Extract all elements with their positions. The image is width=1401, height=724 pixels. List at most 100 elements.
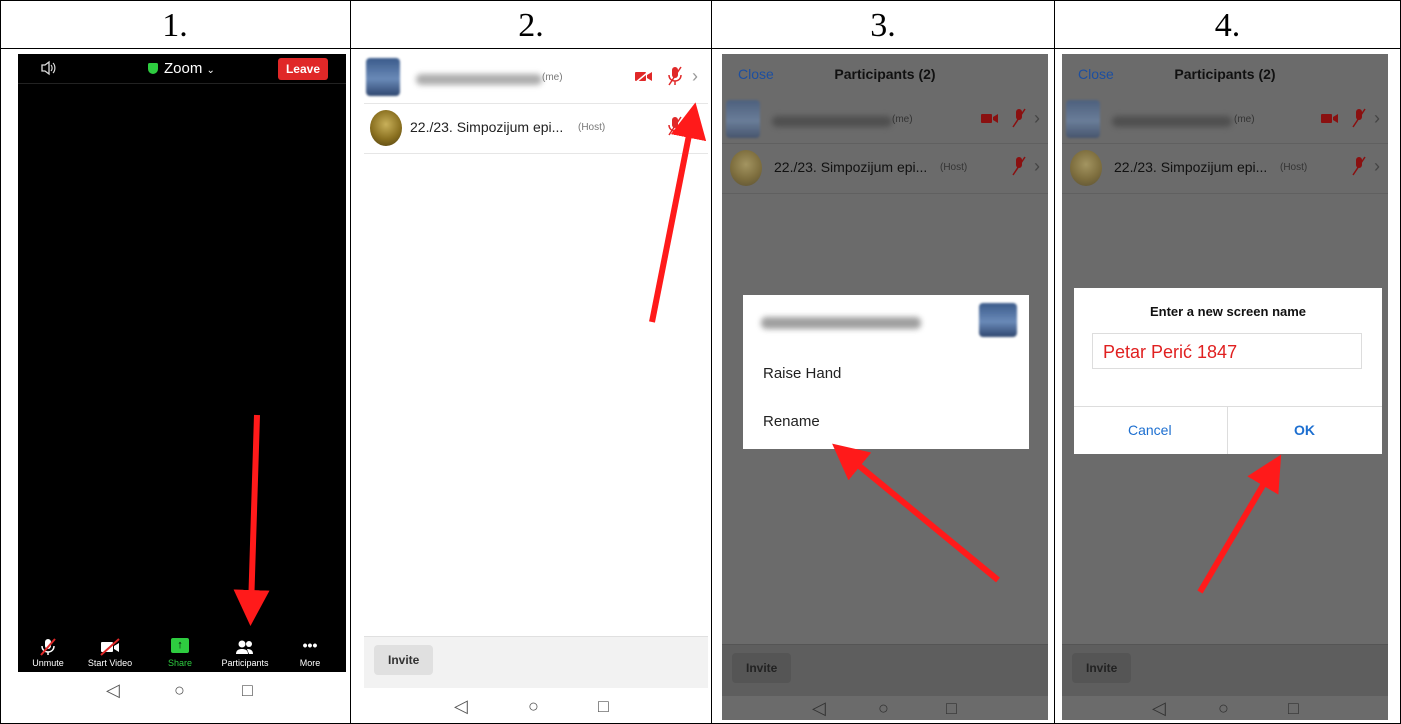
divider (1227, 406, 1228, 454)
me-tag: (me) (892, 114, 913, 125)
step-label-4: 4. (1214, 7, 1241, 44)
meeting-topbar: Zoom ⌄ Leave (18, 54, 346, 84)
share-button[interactable]: ↑ Share (160, 638, 200, 668)
host-avatar (1070, 150, 1102, 186)
participants-icon (214, 638, 276, 656)
chevron-down-icon: ⌄ (206, 65, 215, 76)
muted-mic-icon (668, 116, 682, 141)
participant-row-host[interactable]: 22./23. Simpozijum epi... (Host) › (1062, 144, 1388, 194)
home-icon[interactable]: ○ (878, 698, 889, 719)
chevron-right-icon[interactable]: › (1374, 108, 1380, 129)
participant-row-host[interactable]: 22./23. Simpozijum epi... (Host) (364, 104, 708, 154)
chevron-right-icon[interactable]: › (1374, 156, 1380, 177)
shield-icon (148, 63, 158, 74)
blurred-name (1112, 116, 1232, 127)
rename-dialog-screen: Close Participants (2) (me) › 22./23. Si… (1062, 54, 1388, 720)
host-name: 22./23. Simpozijum epi... (774, 159, 928, 175)
avatar (726, 100, 760, 138)
home-icon[interactable]: ○ (528, 696, 539, 717)
participants-header: Close Participants (2) (1062, 54, 1388, 94)
invite-button[interactable]: Invite (374, 645, 434, 675)
screen-name-input[interactable]: Petar Perić 1847 (1092, 333, 1362, 369)
meeting-screen: Zoom ⌄ Leave Unmute Start Video ↑ Share … (18, 54, 346, 672)
home-icon[interactable]: ○ (174, 680, 185, 701)
invite-button[interactable]: Invite (732, 653, 792, 683)
grid-line (0, 0, 1401, 1)
participants-label: Participants (221, 658, 269, 668)
more-button[interactable]: ••• More (290, 638, 330, 668)
more-icon: ••• (302, 637, 318, 653)
meeting-title-text: Zoom (164, 60, 203, 77)
host-avatar (730, 150, 762, 186)
grid-line (0, 48, 1401, 49)
avatar (366, 58, 400, 96)
host-name: 22./23. Simpozijum epi... (410, 119, 564, 135)
invite-bar: Invite (722, 644, 1048, 696)
step-label-2: 2. (518, 7, 544, 44)
video-off-icon (1320, 110, 1340, 131)
recents-icon[interactable]: □ (1288, 698, 1299, 719)
muted-mic-icon (1352, 108, 1366, 133)
home-icon[interactable]: ○ (1218, 698, 1229, 719)
blurred-name (761, 317, 921, 329)
rename-dialog: Enter a new screen name Petar Perić 1847… (1074, 288, 1382, 454)
android-navbar: ◁ ○ □ (1062, 690, 1388, 720)
muted-mic-icon (28, 638, 68, 656)
step-label-3: 3. (870, 7, 896, 44)
participant-row-me[interactable]: (me) › (364, 54, 708, 104)
me-tag: (me) (1234, 114, 1255, 125)
participant-row-me[interactable]: (me) › (1062, 94, 1388, 144)
participant-row-host[interactable]: 22./23. Simpozijum epi... (Host) › (722, 144, 1048, 194)
rename-menu-item[interactable]: Rename (763, 413, 820, 430)
participants-title: Participants (2) (1174, 66, 1276, 82)
leave-button[interactable]: Leave (277, 58, 328, 80)
back-icon[interactable]: ◁ (812, 698, 826, 719)
participant-row-me[interactable]: (me) › (722, 94, 1048, 144)
share-arrow-icon: ↑ (171, 638, 189, 653)
divider (1074, 406, 1382, 407)
android-navbar: ◁ ○ □ (364, 688, 708, 720)
host-name: 22./23. Simpozijum epi... (1114, 159, 1268, 175)
dialog-title: Enter a new screen name (1149, 304, 1307, 319)
muted-mic-icon (1352, 156, 1366, 181)
invite-bar: Invite (364, 636, 708, 688)
avatar (1066, 100, 1100, 138)
cancel-button[interactable]: Cancel (1128, 422, 1172, 438)
speaker-icon[interactable] (40, 60, 56, 79)
me-tag: (me) (542, 72, 563, 83)
participants-screen: (me) › 22./23. Simpozijum epi... (Host) … (364, 54, 708, 720)
participants-header: Close Participants (2) (722, 54, 1048, 94)
back-icon[interactable]: ◁ (106, 680, 120, 701)
invite-bar: Invite (1062, 644, 1388, 696)
recents-icon[interactable]: □ (946, 698, 957, 719)
participant-menu-screen: Close Participants (2) (me) › 22./23. Si… (722, 54, 1048, 720)
grid-line (711, 0, 712, 724)
chevron-right-icon[interactable]: › (692, 66, 698, 87)
ok-button[interactable]: OK (1294, 422, 1315, 438)
grid-line (1054, 0, 1055, 724)
step-label-1: 1. (162, 7, 188, 44)
unmute-button[interactable]: Unmute (28, 638, 68, 668)
raise-hand-menu-item[interactable]: Raise Hand (763, 365, 841, 382)
recents-icon[interactable]: □ (598, 696, 609, 717)
chevron-right-icon[interactable]: › (1034, 108, 1040, 129)
video-off-icon (80, 638, 140, 656)
start-video-label: Start Video (87, 658, 133, 668)
meeting-toolbar: Unmute Start Video ↑ Share Participants … (18, 632, 346, 672)
invite-button[interactable]: Invite (1072, 653, 1132, 683)
back-icon[interactable]: ◁ (454, 696, 468, 717)
participant-action-menu: Raise Hand Rename (743, 295, 1029, 449)
host-tag: (Host) (1280, 162, 1308, 173)
recents-icon[interactable]: □ (242, 680, 253, 701)
avatar (979, 303, 1017, 337)
android-navbar: ◁ ○ □ (722, 690, 1048, 720)
chevron-right-icon[interactable]: › (1034, 156, 1040, 177)
back-icon[interactable]: ◁ (1152, 698, 1166, 719)
meeting-title[interactable]: Zoom ⌄ (148, 60, 215, 77)
host-tag: (Host) (940, 162, 968, 173)
start-video-button[interactable]: Start Video (80, 638, 140, 668)
unmute-label: Unmute (32, 658, 64, 668)
android-navbar: ◁ ○ □ (18, 672, 346, 712)
blurred-name (416, 74, 542, 85)
participants-button[interactable]: Participants (214, 638, 276, 668)
